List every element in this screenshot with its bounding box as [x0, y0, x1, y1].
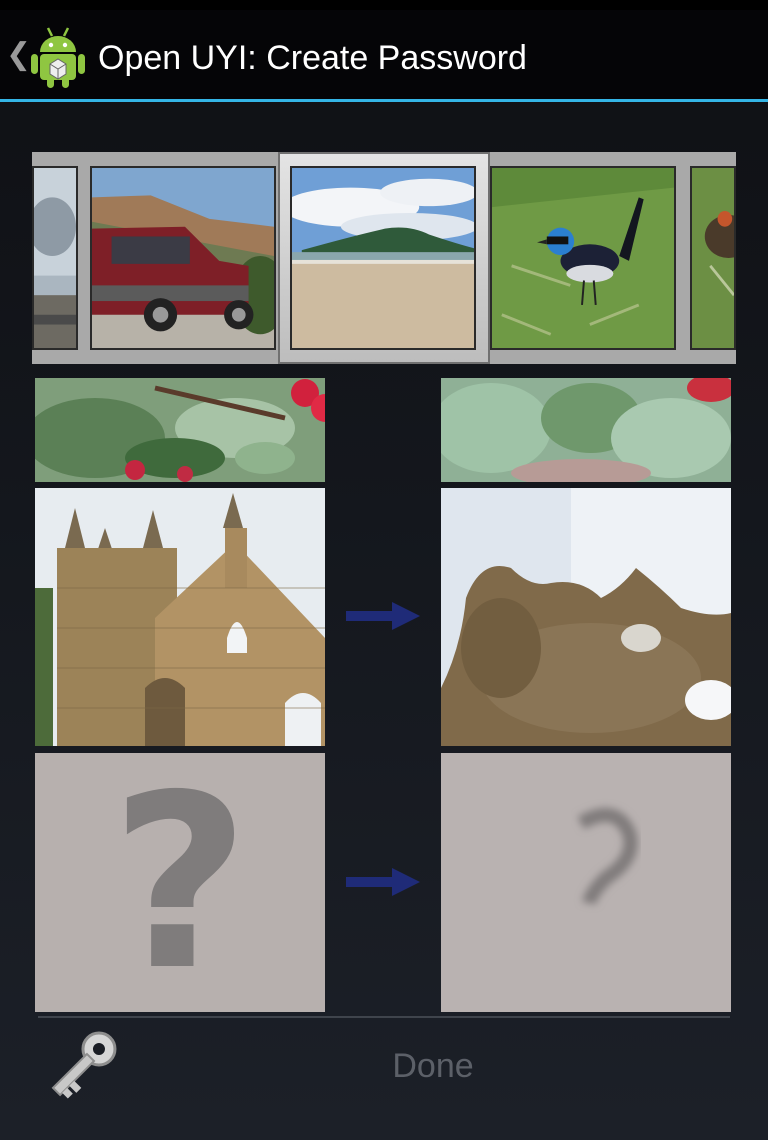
done-button[interactable]: Done: [300, 1038, 566, 1094]
footer-divider: [38, 1016, 730, 1018]
carousel-thumb-partial-left[interactable]: [32, 166, 78, 350]
grid-tile-church[interactable]: [35, 488, 325, 746]
question-mark-glyph: ?: [110, 753, 250, 1012]
android-robot-icon[interactable]: [28, 24, 88, 90]
carousel-thumb-blue-wren[interactable]: [490, 166, 676, 350]
arrow-right-icon: [346, 602, 420, 630]
carousel-thumb-red-car[interactable]: [90, 166, 276, 350]
grid-tile-church-distorted[interactable]: [441, 488, 731, 746]
grid-tile-flowers[interactable]: [35, 378, 325, 482]
grid-tile-question-placeholder[interactable]: ?: [35, 753, 325, 1012]
carousel-thumb-beach-headland[interactable]: [290, 166, 476, 350]
key-icon[interactable]: [40, 1024, 124, 1108]
page-title: Open UYI: Create Password: [98, 39, 527, 77]
status-bar: [0, 0, 768, 10]
image-carousel[interactable]: [32, 152, 736, 364]
carousel-thumb-partial-right[interactable]: [690, 166, 736, 350]
arrow-right-icon: [346, 868, 420, 896]
grid-tile-flowers-blurred[interactable]: [441, 378, 731, 482]
action-bar: ❮ Open UYI: Create Password: [0, 10, 768, 102]
grid-tile-question-distorted[interactable]: [441, 753, 731, 1012]
